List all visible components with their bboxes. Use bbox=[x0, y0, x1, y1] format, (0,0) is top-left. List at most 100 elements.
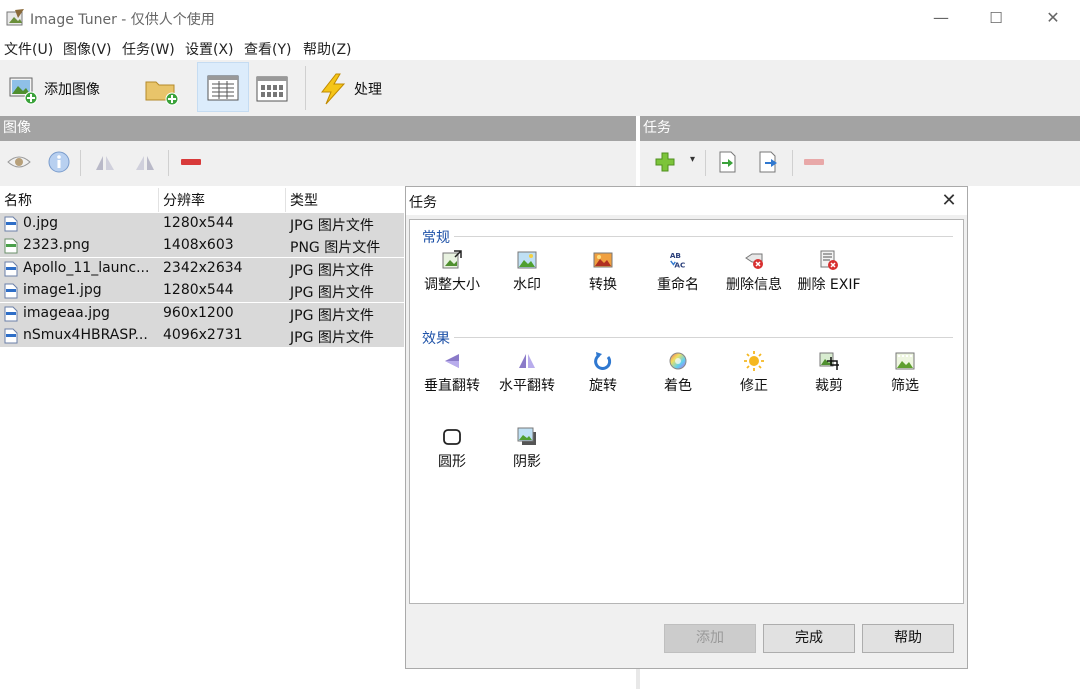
file-name: nSmux4HBRASP... bbox=[23, 327, 148, 343]
menu-task[interactable]: 任务(W) bbox=[122, 39, 175, 59]
add-folder-button[interactable] bbox=[140, 64, 184, 112]
correct-icon bbox=[744, 351, 764, 371]
menu-settings[interactable]: 设置(X) bbox=[185, 39, 234, 59]
task-convert[interactable]: 转换 bbox=[567, 250, 639, 296]
toolbar-separator bbox=[792, 150, 793, 176]
file-name: Apollo_11_launc... bbox=[23, 259, 150, 276]
flip-horizontal-icon bbox=[517, 351, 537, 371]
images-panel-header: 图像 bbox=[0, 116, 636, 141]
task-label: 水印 bbox=[513, 277, 541, 293]
minimize-button[interactable]: — bbox=[918, 0, 964, 36]
add-image-icon bbox=[9, 77, 38, 105]
thumbnail-view-icon bbox=[256, 76, 288, 102]
task-label: 阴影 bbox=[513, 454, 541, 470]
rename-icon: AB AC bbox=[668, 250, 688, 270]
export-task-icon[interactable] bbox=[755, 150, 781, 174]
file-resolution: 1408x603 bbox=[163, 237, 234, 254]
add-image-button[interactable]: 添加图像 bbox=[4, 64, 114, 112]
task-rename[interactable]: AB AC 重命名 bbox=[642, 250, 714, 296]
crop-icon bbox=[819, 351, 839, 371]
column-divider bbox=[158, 188, 159, 212]
details-view-button[interactable] bbox=[197, 62, 249, 112]
watermark-icon bbox=[517, 250, 537, 270]
toolbar-separator bbox=[305, 66, 306, 110]
file-name: 2323.png bbox=[23, 237, 90, 254]
png-file-icon bbox=[3, 238, 19, 258]
task-label: 水平翻转 bbox=[499, 378, 555, 394]
task-flip-vertical[interactable]: 垂直翻转 bbox=[416, 351, 488, 397]
help-button[interactable]: 帮助 bbox=[862, 624, 954, 653]
delete-info-icon bbox=[744, 250, 764, 270]
task-filter[interactable]: 筛选 bbox=[869, 351, 941, 397]
import-task-icon[interactable] bbox=[714, 150, 740, 174]
add-task-icon[interactable] bbox=[652, 150, 678, 174]
column-header-name[interactable]: 名称 bbox=[4, 190, 32, 210]
dialog-close-icon[interactable]: ✕ bbox=[936, 188, 962, 214]
dialog-title-bar bbox=[406, 187, 967, 215]
jpg-file-icon bbox=[3, 328, 19, 348]
toolbar-separator bbox=[80, 150, 81, 176]
info-icon[interactable] bbox=[46, 150, 72, 174]
task-label: 筛选 bbox=[891, 378, 919, 394]
group-title-general: 常规 bbox=[422, 230, 450, 246]
file-resolution: 1280x544 bbox=[163, 215, 234, 231]
svg-text:AC: AC bbox=[674, 260, 685, 269]
details-view-icon bbox=[207, 75, 239, 101]
task-label: 旋转 bbox=[589, 378, 617, 394]
add-button[interactable]: 添加 bbox=[664, 624, 756, 653]
close-button[interactable]: ✕ bbox=[1030, 0, 1076, 36]
svg-text:AB: AB bbox=[670, 251, 682, 260]
file-resolution: 960x1200 bbox=[163, 304, 234, 321]
add-image-label: 添加图像 bbox=[44, 82, 100, 98]
file-type: JPG 图片文件 bbox=[290, 285, 374, 302]
task-shadow[interactable]: 阴影 bbox=[491, 427, 563, 473]
process-button[interactable]: 处理 bbox=[312, 64, 392, 112]
task-label: 删除 EXIF bbox=[797, 277, 861, 293]
rotate-left-icon[interactable] bbox=[92, 150, 118, 174]
menu-file[interactable]: 文件(U) bbox=[4, 39, 53, 59]
task-delete-info[interactable]: 删除信息 bbox=[718, 250, 790, 296]
done-button[interactable]: 完成 bbox=[763, 624, 855, 653]
resize-icon bbox=[442, 250, 462, 270]
preview-eye-icon[interactable] bbox=[6, 150, 32, 174]
menu-help[interactable]: 帮助(Z) bbox=[303, 39, 352, 59]
rotate-right-icon[interactable] bbox=[132, 150, 158, 174]
task-label: 修正 bbox=[740, 378, 768, 394]
jpg-file-icon bbox=[3, 306, 19, 326]
task-label: 裁剪 bbox=[815, 378, 843, 394]
app-icon bbox=[6, 9, 24, 26]
task-resize[interactable]: 调整大小 bbox=[416, 250, 488, 296]
group-divider bbox=[454, 337, 953, 338]
task-label: 垂直翻转 bbox=[424, 378, 480, 394]
round-icon bbox=[442, 427, 462, 447]
task-correct[interactable]: 修正 bbox=[718, 351, 790, 397]
menu-view[interactable]: 查看(Y) bbox=[244, 39, 291, 59]
file-type: PNG 图片文件 bbox=[290, 240, 381, 257]
colorize-icon bbox=[668, 351, 688, 371]
task-watermark[interactable]: 水印 bbox=[491, 250, 563, 296]
window-title: Image Tuner - 仅供人个使用 bbox=[30, 12, 215, 28]
task-flip-horizontal[interactable]: 水平翻转 bbox=[491, 351, 563, 397]
menu-image[interactable]: 图像(V) bbox=[63, 39, 112, 59]
file-name: 0.jpg bbox=[23, 215, 59, 231]
task-crop[interactable]: 裁剪 bbox=[793, 351, 865, 397]
lightning-icon bbox=[320, 73, 346, 105]
task-rotate[interactable]: 旋转 bbox=[567, 351, 639, 397]
remove-task-icon[interactable] bbox=[801, 150, 827, 174]
file-type: JPG 图片文件 bbox=[290, 330, 374, 346]
tasks-toolbar bbox=[640, 141, 1080, 186]
maximize-button[interactable]: ☐ bbox=[973, 0, 1019, 36]
remove-image-icon[interactable] bbox=[178, 150, 204, 174]
task-label: 重命名 bbox=[657, 277, 699, 293]
task-colorize[interactable]: 着色 bbox=[642, 351, 714, 397]
file-name: image1.jpg bbox=[23, 282, 102, 299]
task-delete-exif[interactable]: 删除 EXIF bbox=[793, 250, 865, 296]
column-header-resolution[interactable]: 分辨率 bbox=[163, 190, 205, 210]
convert-icon bbox=[593, 250, 613, 270]
process-label: 处理 bbox=[354, 82, 382, 98]
add-task-dropdown-icon[interactable]: ▾ bbox=[690, 154, 695, 165]
task-round[interactable]: 圆形 bbox=[416, 427, 488, 473]
thumbnail-view-button[interactable] bbox=[252, 64, 292, 112]
flip-vertical-icon bbox=[442, 351, 462, 371]
column-header-type[interactable]: 类型 bbox=[290, 190, 318, 210]
